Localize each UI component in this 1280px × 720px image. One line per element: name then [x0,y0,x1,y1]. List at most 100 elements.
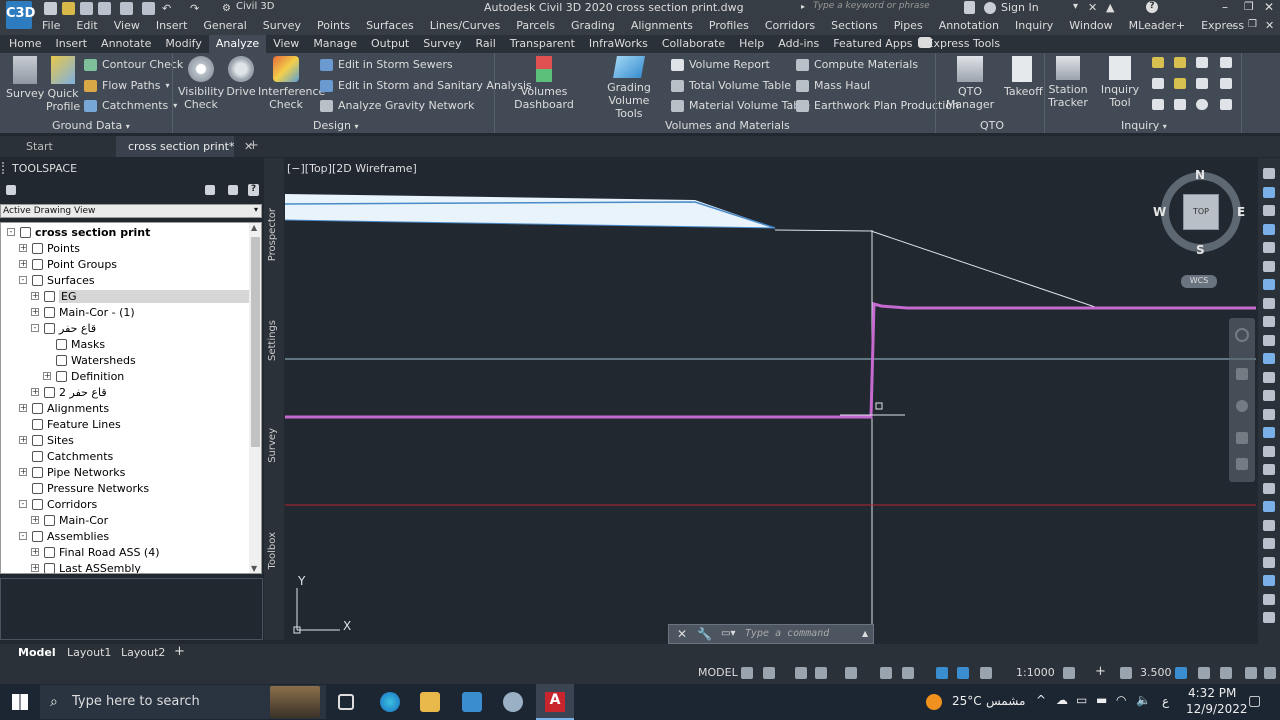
tool-strip-icon[interactable] [1263,519,1275,531]
menu-general[interactable]: General [203,17,254,35]
tree-node[interactable]: + Sites [19,432,74,448]
zoom-extents-icon[interactable] [1236,400,1248,412]
tab-survey[interactable]: Survey [267,428,278,463]
tab-layout2[interactable]: Layout2 [121,646,165,659]
recent-commands-icon[interactable]: ▭▾ [721,628,735,639]
ribbon-tab-survey[interactable]: Survey [416,35,468,53]
compass-east-label[interactable]: E [1237,205,1245,219]
ground-data-panel-label[interactable]: Ground Data ▾ [52,119,130,132]
menu-sections[interactable]: Sections [831,17,886,35]
object-snap-icon[interactable] [902,667,914,679]
material-volume-table-button[interactable]: Material Volume Table [671,99,810,112]
volume-report-button[interactable]: Volume Report [671,58,770,71]
tool-strip-icon[interactable] [1263,260,1275,272]
tab-drawing[interactable]: cross section print* ✕ [116,136,253,157]
radius-icon[interactable] [1174,57,1186,68]
tree-node[interactable]: Masks [43,336,105,352]
cart-icon[interactable]: ✕ [1088,1,1097,14]
survey-button[interactable]: Survey [6,56,44,100]
tool-strip-icon[interactable] [1263,297,1275,309]
showmotion-icon[interactable] [1236,458,1248,470]
ribbon-tab-output[interactable]: Output [364,35,416,53]
clock-date[interactable]: 12/9/2022 [1186,702,1248,716]
viewport-controls[interactable]: [−][Top][2D Wireframe] [287,162,417,175]
tree-node[interactable]: + Definition [43,368,124,384]
tree-node[interactable]: + Pipe Networks [19,464,125,480]
panel-options-icon[interactable] [6,185,16,195]
tree-node[interactable]: - Assemblies [19,528,109,544]
ribbon-tab-express-tools[interactable]: Express Tools [920,35,1008,53]
undo-icon[interactable]: ↶ [162,2,175,15]
steering-wheel-icon[interactable] [1235,328,1249,342]
help-icon[interactable]: ? [248,184,259,196]
clock-icon[interactable] [1196,99,1208,110]
tree-node[interactable]: + Main-Cor [31,512,108,528]
chevron-up-icon[interactable]: ▲ [862,629,868,638]
tool-strip-icon[interactable] [1263,205,1275,216]
angle-icon[interactable] [1196,57,1208,68]
tool-strip-icon[interactable] [1263,538,1275,549]
tree-node[interactable]: - Corridors [19,496,97,512]
tree-node[interactable]: Catchments [19,448,113,464]
command-input[interactable]: Type a command [745,628,829,639]
windows-start-icon[interactable] [12,694,28,710]
tool-strip-icon[interactable] [1263,427,1275,438]
workspace-selector[interactable]: Civil 3D [236,1,274,12]
user-icon[interactable] [984,2,996,14]
ribbon-tab-help[interactable]: Help [732,35,771,53]
quick-profile-button[interactable]: Quick Profile [46,56,80,113]
tree-toggle-icon[interactable]: + [43,372,51,380]
tree-node[interactable]: + قاع حفر 2 [31,384,107,400]
tree-toggle-icon[interactable]: - [31,324,39,332]
menu-points[interactable]: Points [317,17,358,35]
doc-restore-icon[interactable]: ❐ [1248,19,1257,30]
elevation-value[interactable]: 3.500 [1140,666,1172,679]
layer-icon[interactable] [1120,667,1132,679]
grid-icon[interactable] [741,667,753,679]
sign-in-button[interactable]: Sign In [1001,1,1039,14]
tool-strip-icon[interactable] [1263,390,1275,401]
wifi-icon[interactable]: ◠ [1116,693,1126,707]
tool-strip-icon[interactable] [1263,612,1275,623]
tree-scrollbar[interactable]: ▲ ▼ [249,223,261,573]
tab-toolbox[interactable]: Toolbox [267,532,278,570]
autocad-taskbar-button[interactable]: A [536,684,574,720]
viewcube[interactable]: TOP N S E W [1153,168,1245,292]
menu-parcels[interactable]: Parcels [516,17,563,35]
input-language[interactable]: ع [1162,694,1169,708]
close-command-icon[interactable]: ✕ [677,627,687,641]
weather-description[interactable]: مشمس [986,694,1025,708]
tool-strip-icon[interactable] [1263,445,1275,457]
close-icon[interactable]: ✕ [1264,0,1274,14]
volume-icon[interactable]: 🔈 [1136,693,1151,707]
save-as-icon[interactable] [98,2,111,15]
tree-node[interactable]: Feature Lines [19,416,121,432]
menu-alignments[interactable]: Alignments [631,17,701,35]
menu-lines-curves[interactable]: Lines/Curves [430,17,509,35]
chevron-up-icon[interactable]: ^ [1036,693,1046,707]
menu-profiles[interactable]: Profiles [709,17,757,35]
tree-node[interactable]: + Alignments [19,400,109,416]
tool-strip-icon[interactable] [1263,408,1275,420]
tree-toggle-icon[interactable]: + [31,388,39,396]
calculator-icon[interactable] [1220,99,1232,110]
menu-corridors[interactable]: Corridors [765,17,823,35]
list-view-icon[interactable] [228,185,238,195]
viewcube-top-face[interactable]: TOP [1183,194,1219,230]
tree-node[interactable]: Watersheds [43,352,136,368]
tool-strip-icon[interactable] [1263,223,1275,235]
tree-toggle-icon[interactable]: + [31,548,39,556]
interference-check-button[interactable]: Interference Check [258,56,325,111]
file-explorer-icon[interactable] [420,692,440,712]
drive-button[interactable]: Drive [226,56,256,98]
network-icon[interactable]: ▭ [1076,693,1087,707]
wrench-icon[interactable]: 🔧 [697,627,712,641]
annotation-visibility-icon[interactable] [957,667,969,679]
binoculars-icon[interactable] [964,1,975,14]
tree-node[interactable]: - Surfaces [19,272,95,288]
tree-node[interactable]: + EG [31,288,257,304]
takeoff-button[interactable]: Takeoff [1004,56,1043,98]
tree-toggle-icon[interactable]: + [19,244,27,252]
tab-start[interactable]: Start [26,140,53,153]
tree-node[interactable]: + Main-Cor - (1) [31,304,135,320]
